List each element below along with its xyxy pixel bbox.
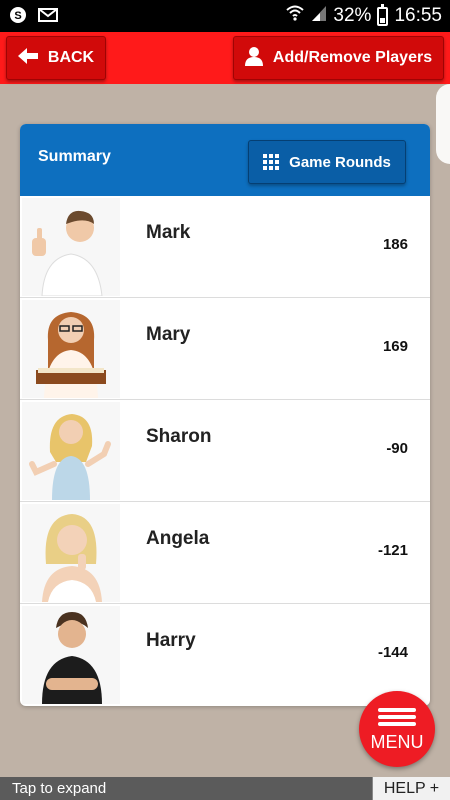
person-icon xyxy=(244,46,263,71)
player-name: Sharon xyxy=(146,426,212,447)
summary-header: Summary Game Rounds xyxy=(20,124,430,196)
back-button[interactable]: BACK xyxy=(6,36,106,80)
game-rounds-button[interactable]: Game Rounds xyxy=(248,140,406,184)
email-icon xyxy=(38,6,58,24)
player-row[interactable]: Harry -144 xyxy=(20,604,430,706)
player-name: Mark xyxy=(146,222,191,243)
top-bar: BACK Add/Remove Players xyxy=(0,32,450,84)
arrow-left-icon xyxy=(17,47,38,69)
grid-icon xyxy=(263,154,280,170)
status-right: 32% 16:55 xyxy=(285,3,442,28)
player-score: -90 xyxy=(386,440,408,457)
menu-button[interactable]: MENU xyxy=(359,691,435,767)
summary-title: Summary xyxy=(38,148,111,165)
player-list: Mark 186 Mary 169 Sharon -90 Angela -121… xyxy=(20,196,430,706)
status-bar: S 32% 16:55 xyxy=(0,0,450,32)
signal-icon xyxy=(311,4,327,28)
side-drawer-edge[interactable] xyxy=(436,84,450,164)
player-score: -144 xyxy=(377,644,408,661)
wifi-icon xyxy=(285,4,305,28)
menu-label: MENU xyxy=(370,732,424,752)
player-name: Harry xyxy=(146,630,196,651)
player-row[interactable]: Angela -121 xyxy=(20,502,430,604)
back-label: BACK xyxy=(47,49,95,66)
player-row[interactable]: Mark 186 xyxy=(20,196,430,298)
player-row[interactable]: Sharon -90 xyxy=(20,400,430,502)
add-remove-label: Add/Remove Players xyxy=(272,49,433,66)
clock: 16:55 xyxy=(394,5,442,26)
player-row[interactable]: Mary 169 xyxy=(20,298,430,400)
summary-card: Summary Game Rounds Mark 186 Mary 169 Sh… xyxy=(20,124,430,706)
status-left: S xyxy=(8,6,58,24)
svg-text:S: S xyxy=(14,10,21,22)
avatar xyxy=(22,504,120,602)
tap-to-expand: Tap to expand xyxy=(12,780,107,797)
battery-icon xyxy=(377,3,389,26)
battery-percent: 32% xyxy=(333,5,372,26)
avatar xyxy=(22,300,120,398)
player-score: 186 xyxy=(382,236,408,253)
avatar xyxy=(22,402,120,500)
hamburger-icon xyxy=(378,705,416,729)
game-rounds-label: Game Rounds xyxy=(289,153,391,171)
player-score: 169 xyxy=(382,338,408,355)
player-score: -121 xyxy=(377,542,408,559)
help-button[interactable]: HELP + xyxy=(372,777,450,800)
avatar xyxy=(22,198,120,296)
bottom-bar[interactable]: Tap to expand HELP + xyxy=(0,777,450,800)
avatar xyxy=(22,606,120,704)
add-remove-players-button[interactable]: Add/Remove Players xyxy=(233,36,444,80)
player-name: Angela xyxy=(146,528,210,549)
player-name: Mary xyxy=(146,324,191,345)
skype-icon: S xyxy=(8,6,28,24)
